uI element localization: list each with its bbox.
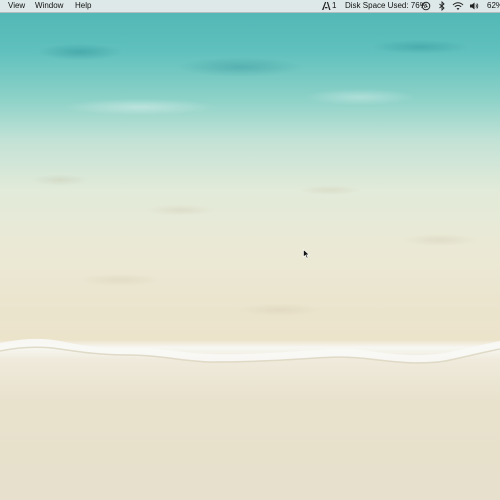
- desktop-wallpaper[interactable]: [0, 0, 500, 500]
- adobe-cc-icon[interactable]: [321, 1, 331, 11]
- disk-space-status[interactable]: Disk Space Used: 76%: [345, 0, 427, 12]
- menu-bar: View Window Help 1 Disk Space Used: 76% …: [0, 0, 500, 13]
- mouse-pointer-icon: [303, 249, 310, 259]
- wallpaper-water: [0, 12, 500, 122]
- battery-percent[interactable]: 62%: [487, 0, 500, 12]
- bluetooth-icon[interactable]: [438, 1, 446, 11]
- wallpaper-foam-line: [0, 338, 500, 364]
- wallpaper-sand-ripples: [0, 120, 500, 340]
- menu-window[interactable]: Window: [35, 0, 63, 12]
- adobe-count[interactable]: 1: [332, 0, 336, 12]
- time-machine-icon[interactable]: [421, 1, 431, 11]
- wifi-icon[interactable]: [452, 1, 464, 11]
- menu-help[interactable]: Help: [75, 0, 91, 12]
- speaker-volume-icon[interactable]: [469, 1, 479, 11]
- menu-view[interactable]: View: [8, 0, 25, 12]
